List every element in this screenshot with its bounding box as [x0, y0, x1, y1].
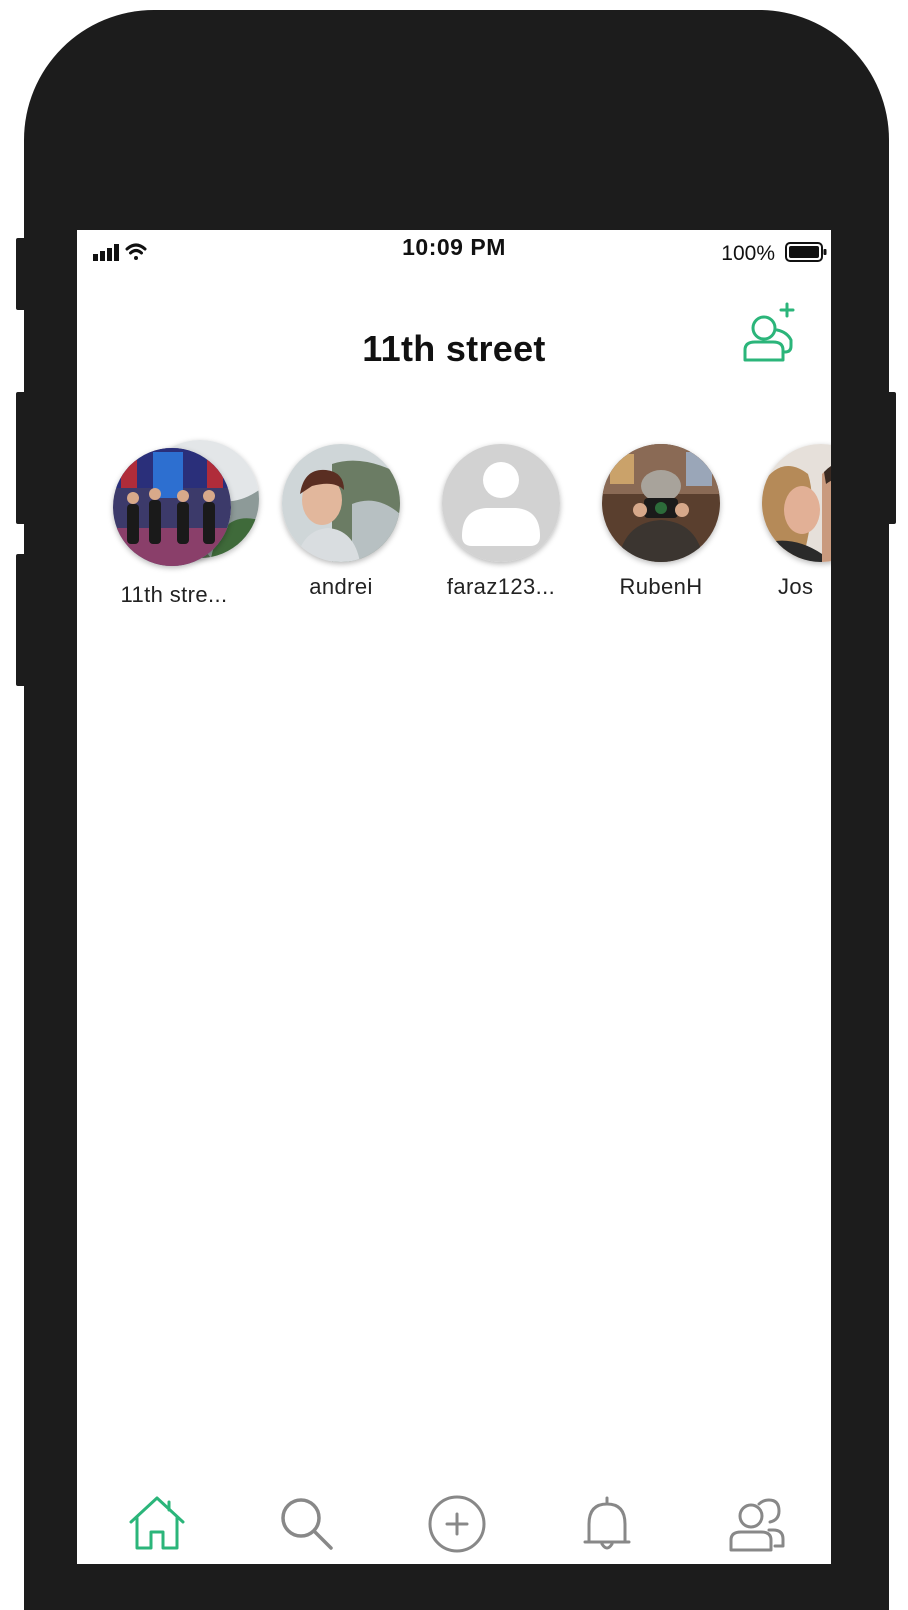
default-user-icon	[442, 444, 560, 562]
status-time: 10:09 PM	[402, 234, 506, 260]
tab-bar	[77, 1478, 831, 1564]
story-label: Jos	[778, 574, 814, 599]
story-label: 11th stre...	[120, 582, 228, 607]
search-icon[interactable]	[275, 1492, 339, 1556]
phone-power-button	[886, 392, 896, 524]
profile-photo-icon	[762, 444, 831, 562]
group-photo-icon	[113, 448, 231, 566]
story-label: faraz123...	[446, 574, 556, 599]
avatar	[762, 444, 831, 562]
story-label: andrei	[309, 574, 373, 599]
avatar	[282, 444, 400, 562]
avatar	[442, 444, 560, 562]
friends-icon[interactable]	[725, 1492, 789, 1556]
phone-volume-up	[16, 392, 26, 524]
profile-photo-icon	[282, 444, 400, 562]
phone-volume-down	[16, 554, 26, 686]
phone-mute-switch	[16, 238, 26, 310]
group-avatar-front	[113, 448, 231, 566]
add-friend-icon[interactable]	[737, 300, 801, 364]
story-label: RubenH	[619, 574, 703, 599]
bell-icon[interactable]	[575, 1492, 639, 1556]
battery-icon	[785, 242, 827, 262]
profile-photo-icon	[602, 444, 720, 562]
battery-percent: 100%	[721, 242, 775, 265]
page-title: 11th street	[362, 328, 546, 369]
home-icon[interactable]	[125, 1492, 189, 1556]
status-bar: 10:09 PM 100%	[77, 230, 831, 270]
app-screen: 10:09 PM 100% 11th street 11th stre... a…	[77, 230, 831, 1564]
avatar	[602, 444, 720, 562]
add-circle-icon[interactable]	[425, 1492, 489, 1556]
